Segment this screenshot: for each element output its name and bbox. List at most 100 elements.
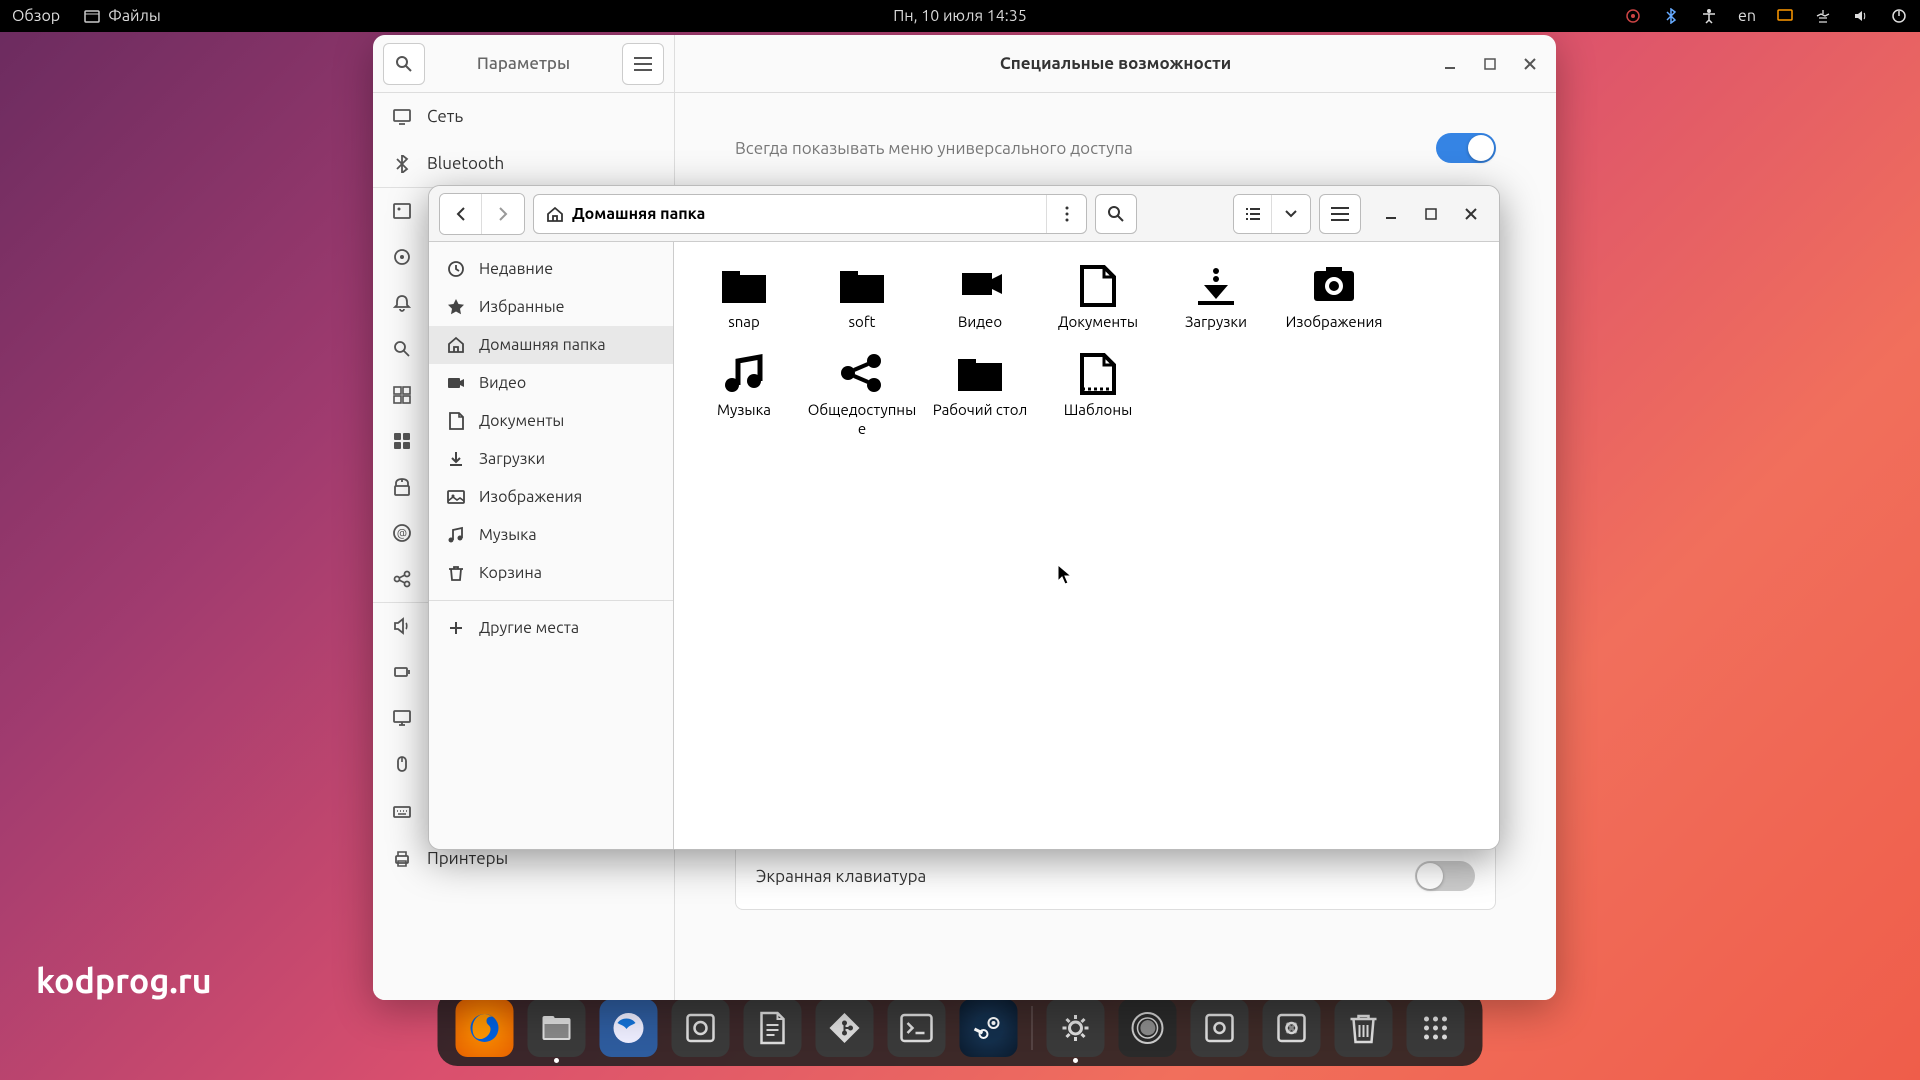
path-bar[interactable]: Домашняя папка — [533, 194, 1087, 234]
power-tray-icon[interactable] — [1890, 7, 1908, 25]
file-item[interactable]: Загрузки — [1158, 254, 1274, 340]
files-headerbar: Домашняя папка — [429, 186, 1499, 242]
kebab-icon — [1065, 206, 1069, 222]
file-item[interactable]: soft — [804, 254, 920, 340]
files-close-button[interactable] — [1453, 196, 1489, 232]
close-button[interactable] — [1512, 46, 1548, 82]
list-view-button[interactable] — [1234, 195, 1272, 233]
sidebar-label: Видео — [479, 374, 526, 392]
dock — [438, 990, 1483, 1066]
sidebar-label: Документы — [479, 412, 564, 430]
sidebar-label: Недавние — [479, 260, 553, 278]
power-icon — [393, 663, 411, 681]
file-label: Общедоступные — [806, 400, 918, 439]
settings-menu-button[interactable] — [622, 43, 664, 85]
file-manager-icon — [539, 1010, 575, 1046]
files-minimize-button[interactable] — [1373, 196, 1409, 232]
volume-tray-icon[interactable] — [1852, 7, 1870, 25]
input-source[interactable]: en — [1738, 7, 1756, 25]
sidebar-label: Домашняя папка — [479, 336, 606, 354]
files-hamburger-button[interactable] — [1319, 194, 1361, 234]
template-folder-icon — [1072, 349, 1124, 395]
view-dropdown-button[interactable] — [1272, 195, 1310, 233]
nav-forward-button[interactable] — [482, 194, 524, 234]
dock-app1[interactable] — [1191, 999, 1249, 1057]
files-sidebar-item[interactable]: Корзина — [429, 554, 673, 592]
sidebar-label: Другие места — [479, 619, 579, 637]
obs-icon — [1129, 1009, 1167, 1047]
activities-button[interactable]: Обзор — [12, 7, 60, 25]
dock-terminal[interactable] — [888, 999, 946, 1057]
dock-document[interactable] — [744, 999, 802, 1057]
nav-back-button[interactable] — [440, 194, 482, 234]
file-item[interactable]: Музыка — [686, 342, 802, 447]
record-icon[interactable] — [1624, 7, 1642, 25]
files-sidebar-item[interactable]: Документы — [429, 402, 673, 440]
video-folder-icon — [954, 261, 1006, 307]
settings-nav-item[interactable]: Сеть — [373, 93, 674, 140]
file-item[interactable]: Рабочий стол — [922, 342, 1038, 447]
download-folder-icon — [1190, 261, 1242, 307]
files-sidebar[interactable]: Недавние Избранные Домашняя папка Видео Доку… — [429, 242, 674, 849]
clock[interactable]: Пн, 10 июля 14:35 — [893, 7, 1027, 25]
files-sidebar-item[interactable]: Избранные — [429, 288, 673, 326]
files-sidebar-item[interactable]: Загрузки — [429, 440, 673, 478]
clock-label: Пн, 10 июля 14:35 — [893, 7, 1027, 25]
settings-nav-item[interactable]: Bluetooth — [373, 140, 674, 187]
maximize-button[interactable] — [1472, 46, 1508, 82]
firefox-icon — [465, 1008, 505, 1048]
file-label: Рабочий стол — [933, 400, 1028, 420]
music-icon — [447, 526, 465, 544]
files-sidebar-item[interactable]: Изображения — [429, 478, 673, 516]
dock-app2[interactable] — [1263, 999, 1321, 1057]
dock-screenshot[interactable] — [672, 999, 730, 1057]
dock-trash[interactable] — [1335, 999, 1393, 1057]
dock-settings[interactable] — [1047, 999, 1105, 1057]
files-sidebar-item[interactable]: Музыка — [429, 516, 673, 554]
file-item[interactable]: Шаблоны — [1040, 342, 1156, 447]
onscreen-keyboard-toggle[interactable] — [1415, 861, 1475, 891]
onscreen-keyboard-card: Экранная клавиатура — [735, 842, 1496, 910]
star-icon — [447, 298, 465, 316]
file-item[interactable]: Изображения — [1276, 254, 1392, 340]
accessibility-tray-icon[interactable] — [1700, 7, 1718, 25]
app-icon — [1204, 1012, 1236, 1044]
settings-search-button[interactable] — [383, 43, 425, 85]
home-icon — [546, 206, 564, 222]
file-item[interactable]: Видео — [922, 254, 1038, 340]
chevron-left-icon — [455, 206, 467, 222]
dock-show-apps[interactable] — [1407, 999, 1465, 1057]
files-sidebar-item[interactable]: Домашняя папка — [429, 326, 673, 364]
dock-thunderbird[interactable] — [600, 999, 658, 1057]
file-item[interactable]: Общедоступные — [804, 342, 920, 447]
file-label: Музыка — [717, 400, 771, 420]
hamburger-icon — [1331, 207, 1349, 221]
network-tray-icon[interactable] — [1814, 7, 1832, 25]
file-label: snap — [728, 312, 760, 332]
screen-icon[interactable] — [1776, 7, 1794, 25]
file-item[interactable]: Документы — [1040, 254, 1156, 340]
chevron-right-icon — [497, 206, 509, 222]
dock-files[interactable] — [528, 999, 586, 1057]
file-item[interactable]: snap — [686, 254, 802, 340]
dock-firefox[interactable] — [456, 999, 514, 1057]
files-sidebar-item[interactable]: Видео — [429, 364, 673, 402]
wallpaper-icon — [393, 202, 411, 220]
files-maximize-button[interactable] — [1413, 196, 1449, 232]
bluetooth-icon — [393, 155, 411, 173]
dock-git[interactable] — [816, 999, 874, 1057]
minimize-button[interactable] — [1432, 46, 1468, 82]
app-menu-files[interactable]: Файлы — [84, 7, 161, 25]
dock-obs[interactable] — [1119, 999, 1177, 1057]
music-folder-icon — [718, 349, 770, 395]
files-search-button[interactable] — [1095, 194, 1137, 234]
files-window: Домашняя папка Недавние Избранные Домашняя… — [428, 185, 1500, 850]
bluetooth-tray-icon[interactable] — [1662, 7, 1680, 25]
files-content[interactable]: snap softВидеоДокументыЗагрузкиИзображени… — [674, 242, 1499, 849]
files-sidebar-item[interactable]: Другие места — [429, 609, 673, 647]
always-show-toggle[interactable] — [1436, 133, 1496, 163]
files-sidebar-item[interactable]: Недавние — [429, 250, 673, 288]
dock-steam[interactable] — [960, 999, 1018, 1057]
privacy-icon — [393, 478, 411, 496]
path-menu-button[interactable] — [1046, 195, 1086, 233]
